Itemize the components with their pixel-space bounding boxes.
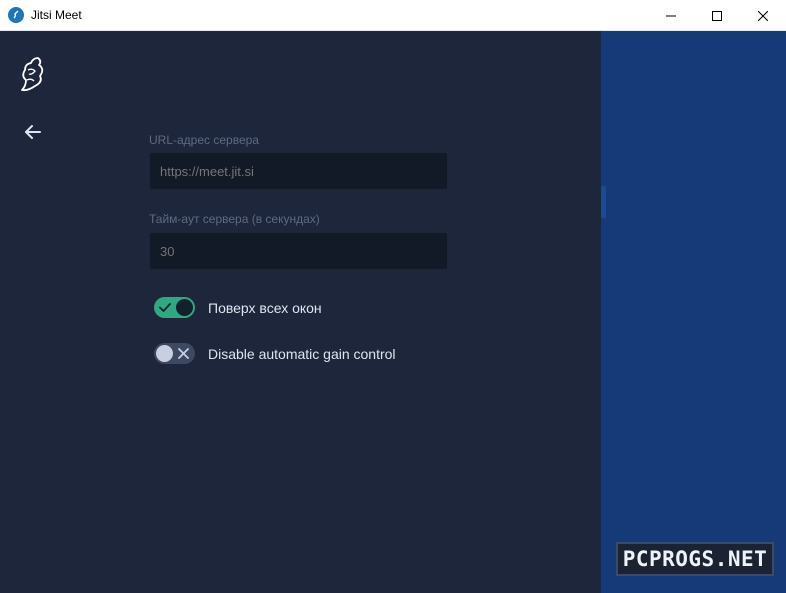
jitsi-icon bbox=[8, 7, 24, 23]
watermark-text: PCPROGS.NET bbox=[622, 547, 768, 571]
watermark: PCPROGS.NET bbox=[616, 542, 774, 576]
conference-panel bbox=[601, 31, 786, 593]
server-url-input[interactable] bbox=[149, 152, 448, 190]
disable-agc-label: Disable automatic gain control bbox=[208, 345, 396, 362]
maximize-icon bbox=[712, 10, 722, 21]
disable-agc-row: Disable automatic gain control bbox=[154, 343, 396, 364]
title-bar: Jitsi Meet bbox=[0, 0, 786, 31]
toggle-knob bbox=[176, 299, 193, 316]
server-timeout-label: Тайм-аут сервера (в секундах) bbox=[149, 212, 320, 226]
window-title: Jitsi Meet bbox=[31, 8, 82, 22]
server-url-label: URL-адрес сервера bbox=[149, 133, 259, 147]
check-icon bbox=[159, 303, 171, 312]
panel-resize-handle[interactable] bbox=[601, 186, 606, 218]
toggle-knob bbox=[156, 345, 173, 362]
disable-agc-toggle[interactable] bbox=[154, 343, 195, 364]
maximize-button[interactable] bbox=[694, 0, 740, 31]
always-on-top-label: Поверх всех окон bbox=[208, 299, 322, 316]
close-button[interactable] bbox=[740, 0, 786, 31]
x-icon bbox=[178, 348, 189, 359]
minimize-icon bbox=[666, 15, 676, 16]
minimize-button[interactable] bbox=[648, 0, 694, 31]
arrow-left-icon[interactable] bbox=[22, 121, 44, 143]
always-on-top-row: Поверх всех окон bbox=[154, 297, 322, 318]
close-icon bbox=[758, 10, 768, 21]
window-controls bbox=[648, 0, 786, 31]
server-timeout-input[interactable] bbox=[149, 232, 448, 270]
jitsi-logo-icon bbox=[21, 57, 44, 92]
settings-panel: URL-адрес сервера Тайм-аут сервера (в се… bbox=[0, 31, 601, 593]
always-on-top-toggle[interactable] bbox=[154, 297, 195, 318]
